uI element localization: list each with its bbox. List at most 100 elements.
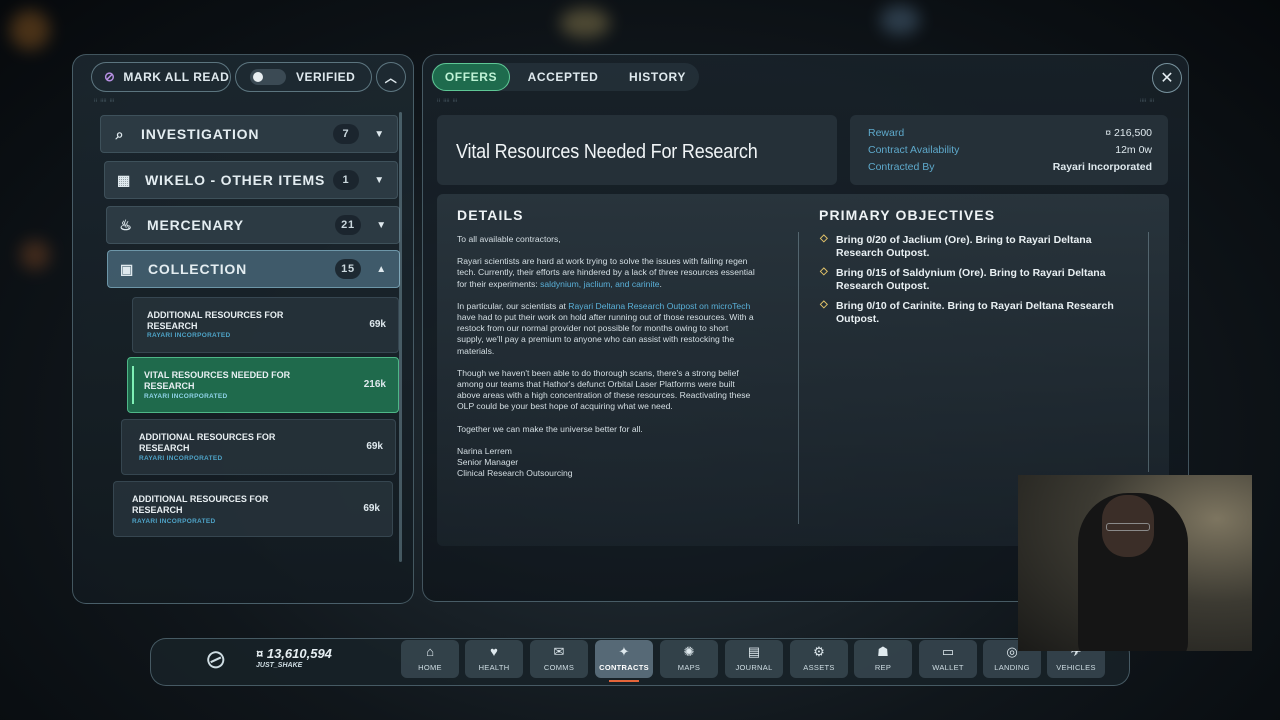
background-light [880,5,920,35]
chevron-up-icon: ▲ [376,263,387,275]
reward-label: Reward [868,127,905,139]
contracted-by-value: Rayari Incorporated [1052,161,1152,173]
crate-icon: ▣ [119,260,135,277]
contract-item[interactable]: ADDITIONAL RESOURCES FOR RESEARCH RAYARI… [113,481,393,537]
contracted-by-label: Contracted By [868,161,935,173]
contract-pay: 69k [363,503,380,514]
background-light [10,10,50,50]
magnifier-icon: ⌕ [115,125,125,142]
assets-icon: ⚙ [813,644,825,659]
webcam-overlay [1018,475,1252,651]
contract-info-box: Reward ¤ 216,500 Contract Availability 1… [850,115,1168,185]
contracts-icon: ✦ [618,644,630,659]
nav-assets[interactable]: ⚙ ASSETS [790,640,848,678]
contract-pay: 69k [369,319,386,330]
signature-title: Senior Manager [457,457,519,468]
details-text: To all available contractors, Rayari sci… [457,234,757,479]
comms-icon: ✉ [553,644,565,659]
paragraph-1: Rayari scientists are hard at work tryin… [457,256,755,289]
chevron-down-icon: ▼ [374,128,385,140]
nav-contracts[interactable]: ✦ CONTRACTS [595,640,653,682]
category-mercenary[interactable]: ♨ MERCENARY 21 ▼ [106,206,400,244]
nav-comms[interactable]: ✉ COMMS [530,640,588,678]
signature-org: Clinical Research Outsourcing [457,468,573,479]
divider [1148,232,1149,472]
wallet-balance: ¤ 13,610,594 [256,646,332,661]
background-light [20,240,50,270]
reward-value: ¤ 216,500 [1105,127,1152,139]
objectives-heading: PRIMARY OBJECTIVES [819,207,996,223]
availability-value: 12m 0w [1115,144,1152,156]
nav-health[interactable]: ♥ HEALTH [465,640,523,678]
micro-label: ⁝⁝⁝⁝ ⁝⁝⁝ [1140,98,1155,104]
paragraph-2: In particular, our scientists at Rayari … [457,300,754,356]
scrollbar[interactable] [399,112,402,562]
close-icon: ✕ [1160,70,1174,87]
signature-name: Narina Lerrem [457,445,512,456]
objective-item: Bring 0/10 of Carinite. Bring to Rayari … [820,299,1140,326]
glasses [1106,523,1150,531]
collapse-button[interactable]: ︿ [376,62,406,92]
tab-accepted[interactable]: ACCEPTED [522,63,604,91]
contract-pay: 69k [366,441,383,452]
contract-item[interactable]: ADDITIONAL RESOURCES FOR RESEARCH RAYARI… [132,297,399,353]
background-light [560,8,610,38]
mark-all-read-label: MARK ALL READ [123,70,230,84]
calendar-icon: ▦ [116,171,132,188]
tab-history[interactable]: HISTORY [620,63,695,91]
location-link[interactable]: Rayari Deltana Research Outpost on micro… [568,301,750,311]
nav-wallet[interactable]: ▭ WALLET [919,640,977,678]
eye-slash-icon: ⊘ [104,69,116,84]
contract-title-box: Vital Resources Needed For Research [437,115,837,185]
nav-rep[interactable]: ☗ REP [854,640,912,678]
category-label: INVESTIGATION [141,126,260,142]
greeting: To all available contractors, [457,234,561,244]
category-label: MERCENARY [147,217,244,233]
contract-title-heading: Vital Resources Needed For Research [456,141,758,163]
contract-org: RAYARI INCORPORATED [144,393,228,400]
contract-title: ADDITIONAL RESOURCES FOR RESEARCH [147,310,284,331]
objective-item: Bring 0/15 of Saldynium (Ore). Bring to … [820,266,1140,293]
verified-toggle[interactable]: VERIFIED [235,62,372,92]
tab-offers[interactable]: OFFERS [432,63,510,91]
toggle-switch[interactable] [250,69,286,85]
category-count: 21 [335,215,361,235]
close-button[interactable]: ✕ [1152,63,1182,93]
verified-label: VERIFIED [296,70,356,84]
wallet-icon: ▭ [941,644,955,659]
health-icon: ♥ [490,644,498,659]
contract-org: RAYARI INCORPORATED [147,332,231,339]
contract-title: VITAL RESOURCES NEEDED FOR RESEARCH [144,370,291,391]
availability-label: Contract Availability [868,144,960,156]
category-investigation[interactable]: ⌕ INVESTIGATION 7 ▼ [100,115,398,153]
contract-title: ADDITIONAL RESOURCES FOR RESEARCH [139,432,276,453]
resource-link[interactable]: saldynium, jaclium, and carinite [540,279,659,289]
category-count: 1 [333,170,359,190]
contract-item-selected[interactable]: VITAL RESOURCES NEEDED FOR RESEARCH RAYA… [127,357,399,413]
contract-org: RAYARI INCORPORATED [139,455,223,462]
category-count: 15 [335,259,361,279]
category-label: COLLECTION [148,261,247,277]
category-wikelo[interactable]: ▦ WIKELO - OTHER ITEMS 1 ▼ [104,161,398,199]
category-count: 7 [333,124,359,144]
contract-pay: 216k [363,379,386,390]
category-collection[interactable]: ▣ COLLECTION 15 ▲ [107,250,400,288]
nav-home[interactable]: ⌂ HOME [401,640,459,678]
objective-item: Bring 0/20 of Jaclium (Ore). Bring to Ra… [820,233,1140,260]
journal-icon: ▤ [747,644,761,659]
player-handle: JUST_SHAKE [256,662,303,669]
paragraph-3: Though we haven't been able to do thorou… [457,367,751,412]
category-label: WIKELO - OTHER ITEMS [145,172,326,188]
home-icon: ⌂ [426,644,434,659]
contract-org: RAYARI INCORPORATED [132,518,216,525]
nav-maps[interactable]: ✺ MAPS [660,640,718,678]
nav-journal[interactable]: ▤ JOURNAL [725,640,783,678]
chevron-up-icon: ︿ [384,70,398,85]
contract-title: ADDITIONAL RESOURCES FOR RESEARCH [132,494,269,515]
maps-icon: ✺ [683,644,695,659]
chevron-down-icon: ▼ [374,174,385,186]
rep-icon: ☗ [877,644,889,659]
contract-item[interactable]: ADDITIONAL RESOURCES FOR RESEARCH RAYARI… [121,419,396,475]
details-heading: DETAILS [457,207,524,223]
mark-all-read-button[interactable]: ⊘ MARK ALL READ [91,62,231,92]
